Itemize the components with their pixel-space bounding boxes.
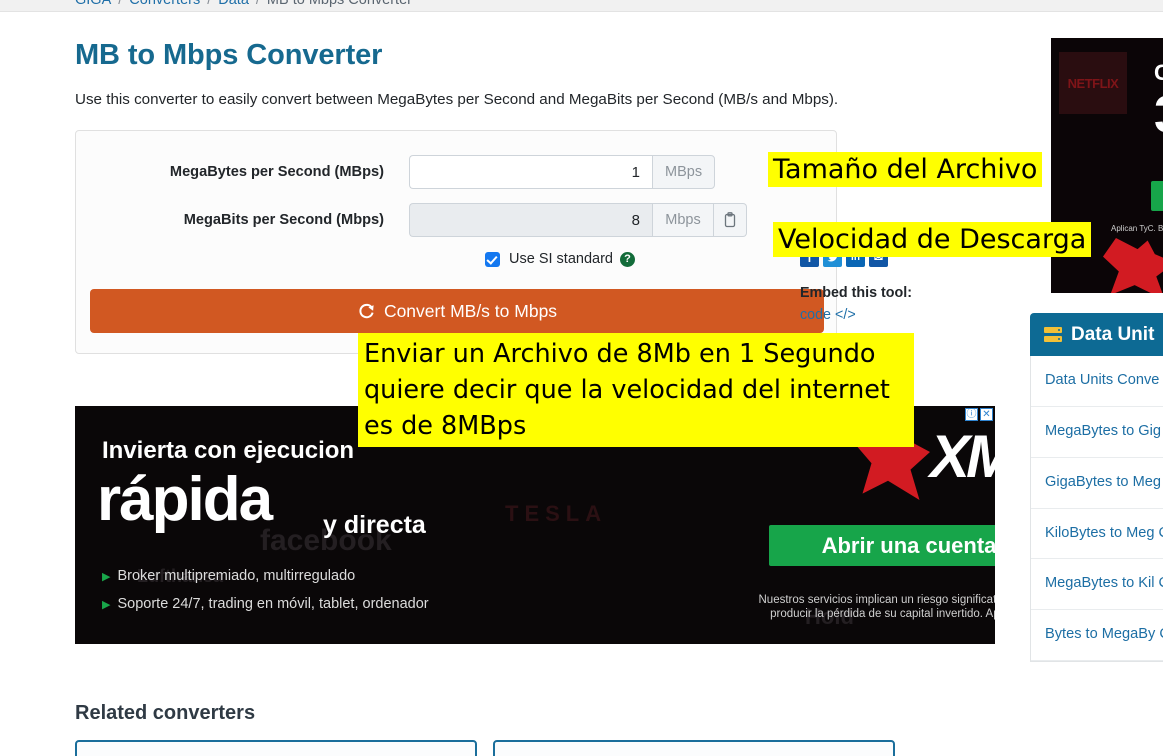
annotation-download-speed: Velocidad de Descarga [773, 222, 1092, 257]
ad-main-line1: Invierta con ejecucion [102, 437, 355, 464]
ad-main-bullet-1: ▶ Broker multipremiado, multirregulado [102, 568, 355, 584]
sidebar-data-unit: Data Unit Data Units Conve MegaBytes to … [1030, 313, 1163, 663]
page-description: Use this converter to easily convert bet… [75, 91, 839, 108]
sidebar-item-bytes-to-megabytes[interactable]: Bytes to MegaBy Converter [1031, 610, 1163, 662]
ad-main-cta-button[interactable]: Abrir una cuenta [769, 525, 995, 566]
breadcrumb-separator: / [207, 0, 211, 8]
xm-logo: XM [930, 423, 995, 490]
si-standard-checkbox[interactable] [485, 251, 500, 267]
ad-main-disclaimer-2: producir la pérdida de su capital invert… [770, 608, 995, 620]
converter-row-mbps-bytes: MegaBytes per Second (MBps) MBps [76, 155, 836, 189]
bullet-arrow-icon: ▶ [102, 571, 111, 583]
clipboard-icon [724, 212, 736, 228]
ad-top-headline-big: 30 [1154, 85, 1163, 145]
megabytes-input[interactable] [409, 155, 652, 189]
copy-result-button[interactable] [714, 203, 747, 237]
help-icon[interactable]: ? [619, 251, 635, 267]
refresh-icon [359, 303, 374, 319]
related-converter-card-2[interactable] [493, 740, 895, 756]
code-brackets-icon: </> [835, 307, 856, 323]
ad-main-bullet-2: ▶ Soporte 24/7, trading en móvil, tablet,… [102, 596, 429, 612]
megabits-unit-addon: Mbps [652, 203, 714, 237]
ad-main-disclaimer-1: Nuestros servicios implican un riesgo si… [758, 594, 996, 606]
bull-logo-icon [1103, 238, 1163, 293]
megabytes-input-group: MBps [409, 155, 716, 189]
page-title: MB to Mbps Converter [75, 39, 383, 71]
megabits-label: MegaBits per Second (Mbps) [183, 212, 384, 228]
megabits-input-group: Mbps [409, 203, 747, 237]
ad-main-bullet-2-text: Soporte 24/7, trading en móvil, tablet, … [117, 596, 429, 612]
megabytes-unit-addon: MBps [652, 155, 716, 189]
annotation-explanation-note: Enviar un Archivo de 8Mb en 1 Segundo qu… [358, 333, 914, 447]
ad-main-bullet-1-text: Broker multipremiado, multirregulado [117, 568, 356, 584]
embed-code-link[interactable]: code </> [800, 307, 1010, 323]
sidebar-item-megabytes-to-kilobytes[interactable]: MegaBytes to Kil Converter [1031, 559, 1163, 611]
netflix-logo: NETFLIX [1059, 52, 1127, 114]
converter-row-mbits: MegaBits per Second (Mbps) Mbps [76, 203, 836, 237]
bullet-arrow-icon: ▶ [102, 599, 111, 611]
convert-button-label: Convert MB/s to Mbps [383, 300, 558, 321]
breadcrumb-item-giga[interactable]: GIGA [75, 0, 111, 8]
ad-top-cta-button[interactable]: Abrir u [1151, 181, 1163, 211]
embed-link-text: code [800, 307, 832, 323]
embed-title: Embed this tool: [800, 285, 912, 301]
ad-top-headline-1: Comie [1154, 60, 1163, 85]
si-standard-label: Use SI standard [509, 251, 613, 267]
sidebar-item-data-units-converter[interactable]: Data Units Conve [1031, 356, 1163, 407]
database-icon [1044, 326, 1062, 343]
sidebar-header-label: Data Unit [1071, 323, 1155, 345]
sidebar-list: Data Units Conve MegaBytes to Gig Conver… [1030, 356, 1163, 663]
breadcrumb-separator: / [118, 0, 122, 8]
sidebar-header: Data Unit [1030, 313, 1163, 356]
breadcrumb-separator: / [256, 0, 260, 8]
share-and-embed: f in ✉ Embed this tool: code </> [800, 248, 1010, 323]
converter-card: MegaBytes per Second (MBps) MBps MegaBit… [75, 130, 837, 354]
ad-info-icon[interactable]: ⓘ [965, 408, 978, 421]
annotation-file-size: Tamaño del Archivo [768, 152, 1043, 187]
convert-button[interactable]: Convert MB/s to Mbps [90, 289, 824, 333]
sidebar-item-gigabytes-to-megabytes[interactable]: GigaBytes to Meg Converter [1031, 458, 1163, 509]
page-root: GIGA / Converters / Data / MB to Mbps Co… [0, 0, 1163, 756]
ad-badges: ⓘ ✕ [965, 408, 993, 421]
ad-top-fineprint-1: Aplican TyC. Bono n [1111, 224, 1163, 233]
megabits-input[interactable] [409, 203, 652, 237]
ad-main-line-big-tail: y directa [323, 511, 426, 539]
breadcrumb: GIGA / Converters / Data / MB to Mbps Co… [0, 0, 1163, 12]
breadcrumb-item-data[interactable]: Data [218, 0, 249, 8]
related-converters-title: Related converters [75, 702, 256, 724]
breadcrumb-item-current: MB to Mbps Converter [267, 0, 412, 8]
sidebar-item-megabytes-to-gigabytes[interactable]: MegaBytes to Gig Converter [1031, 407, 1163, 458]
breadcrumb-item-converters[interactable]: Converters [129, 0, 200, 8]
related-converter-card-1[interactable] [75, 740, 477, 756]
ghost-word-tesla: TESLA [505, 501, 608, 526]
ad-main-line-big: rápida [97, 465, 273, 534]
sidebar-item-kilobytes-to-megabytes[interactable]: KiloBytes to Meg Converter [1031, 509, 1163, 560]
megabytes-label: MegaBytes per Second (MBps) [169, 164, 384, 180]
ad-close-icon[interactable]: ✕ [980, 408, 993, 421]
